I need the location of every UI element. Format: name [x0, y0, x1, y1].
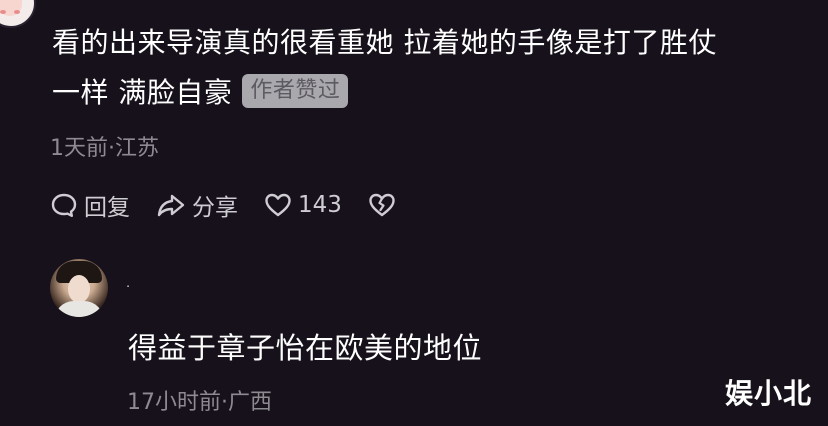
comment-text-line1: 看的出来导演真的很看重她 拉着她的手像是打了胜仗 — [52, 26, 717, 59]
reply-icon — [50, 191, 78, 219]
reply-text: 得益于章子怡在欧美的地位 — [128, 331, 483, 365]
avatar-collar — [54, 301, 104, 317]
like-button[interactable]: 143 — [264, 192, 342, 218]
watermark: 娱小北 — [724, 377, 812, 410]
like-count: 143 — [298, 192, 342, 218]
commenter-avatar[interactable] — [0, 0, 36, 28]
comment-meta: 1天前·江苏 — [50, 136, 159, 161]
avatar-face — [68, 275, 90, 303]
share-button[interactable]: 分享 — [156, 188, 238, 222]
comment-text-line2: 一样 满脸自豪 — [52, 76, 233, 109]
avatar-cheek — [14, 10, 20, 14]
reply-meta: 17小时前·广西 — [127, 390, 272, 415]
broken-heart-icon — [368, 192, 396, 218]
reply-username[interactable]: ᐝ — [126, 284, 130, 300]
dislike-button[interactable] — [368, 192, 396, 218]
share-label: 分享 — [192, 195, 238, 221]
comment-body: 看的出来导演真的很看重她 拉着她的手像是打了胜仗 一样 满脸自豪 作者赞过 — [52, 18, 822, 118]
heart-icon — [264, 192, 292, 218]
share-icon — [156, 191, 186, 219]
comment-thread: 看的出来导演真的很看重她 拉着她的手像是打了胜仗 一样 满脸自豪 作者赞过 1天前… — [0, 0, 828, 426]
author-liked-badge: 作者赞过 — [242, 74, 349, 108]
avatar-cheek — [0, 10, 6, 14]
comment-actions: 回复 分享 143 — [50, 188, 422, 222]
reply-avatar[interactable] — [50, 259, 108, 317]
reply-button[interactable]: 回复 — [50, 188, 130, 222]
reply-label: 回复 — [84, 195, 130, 221]
